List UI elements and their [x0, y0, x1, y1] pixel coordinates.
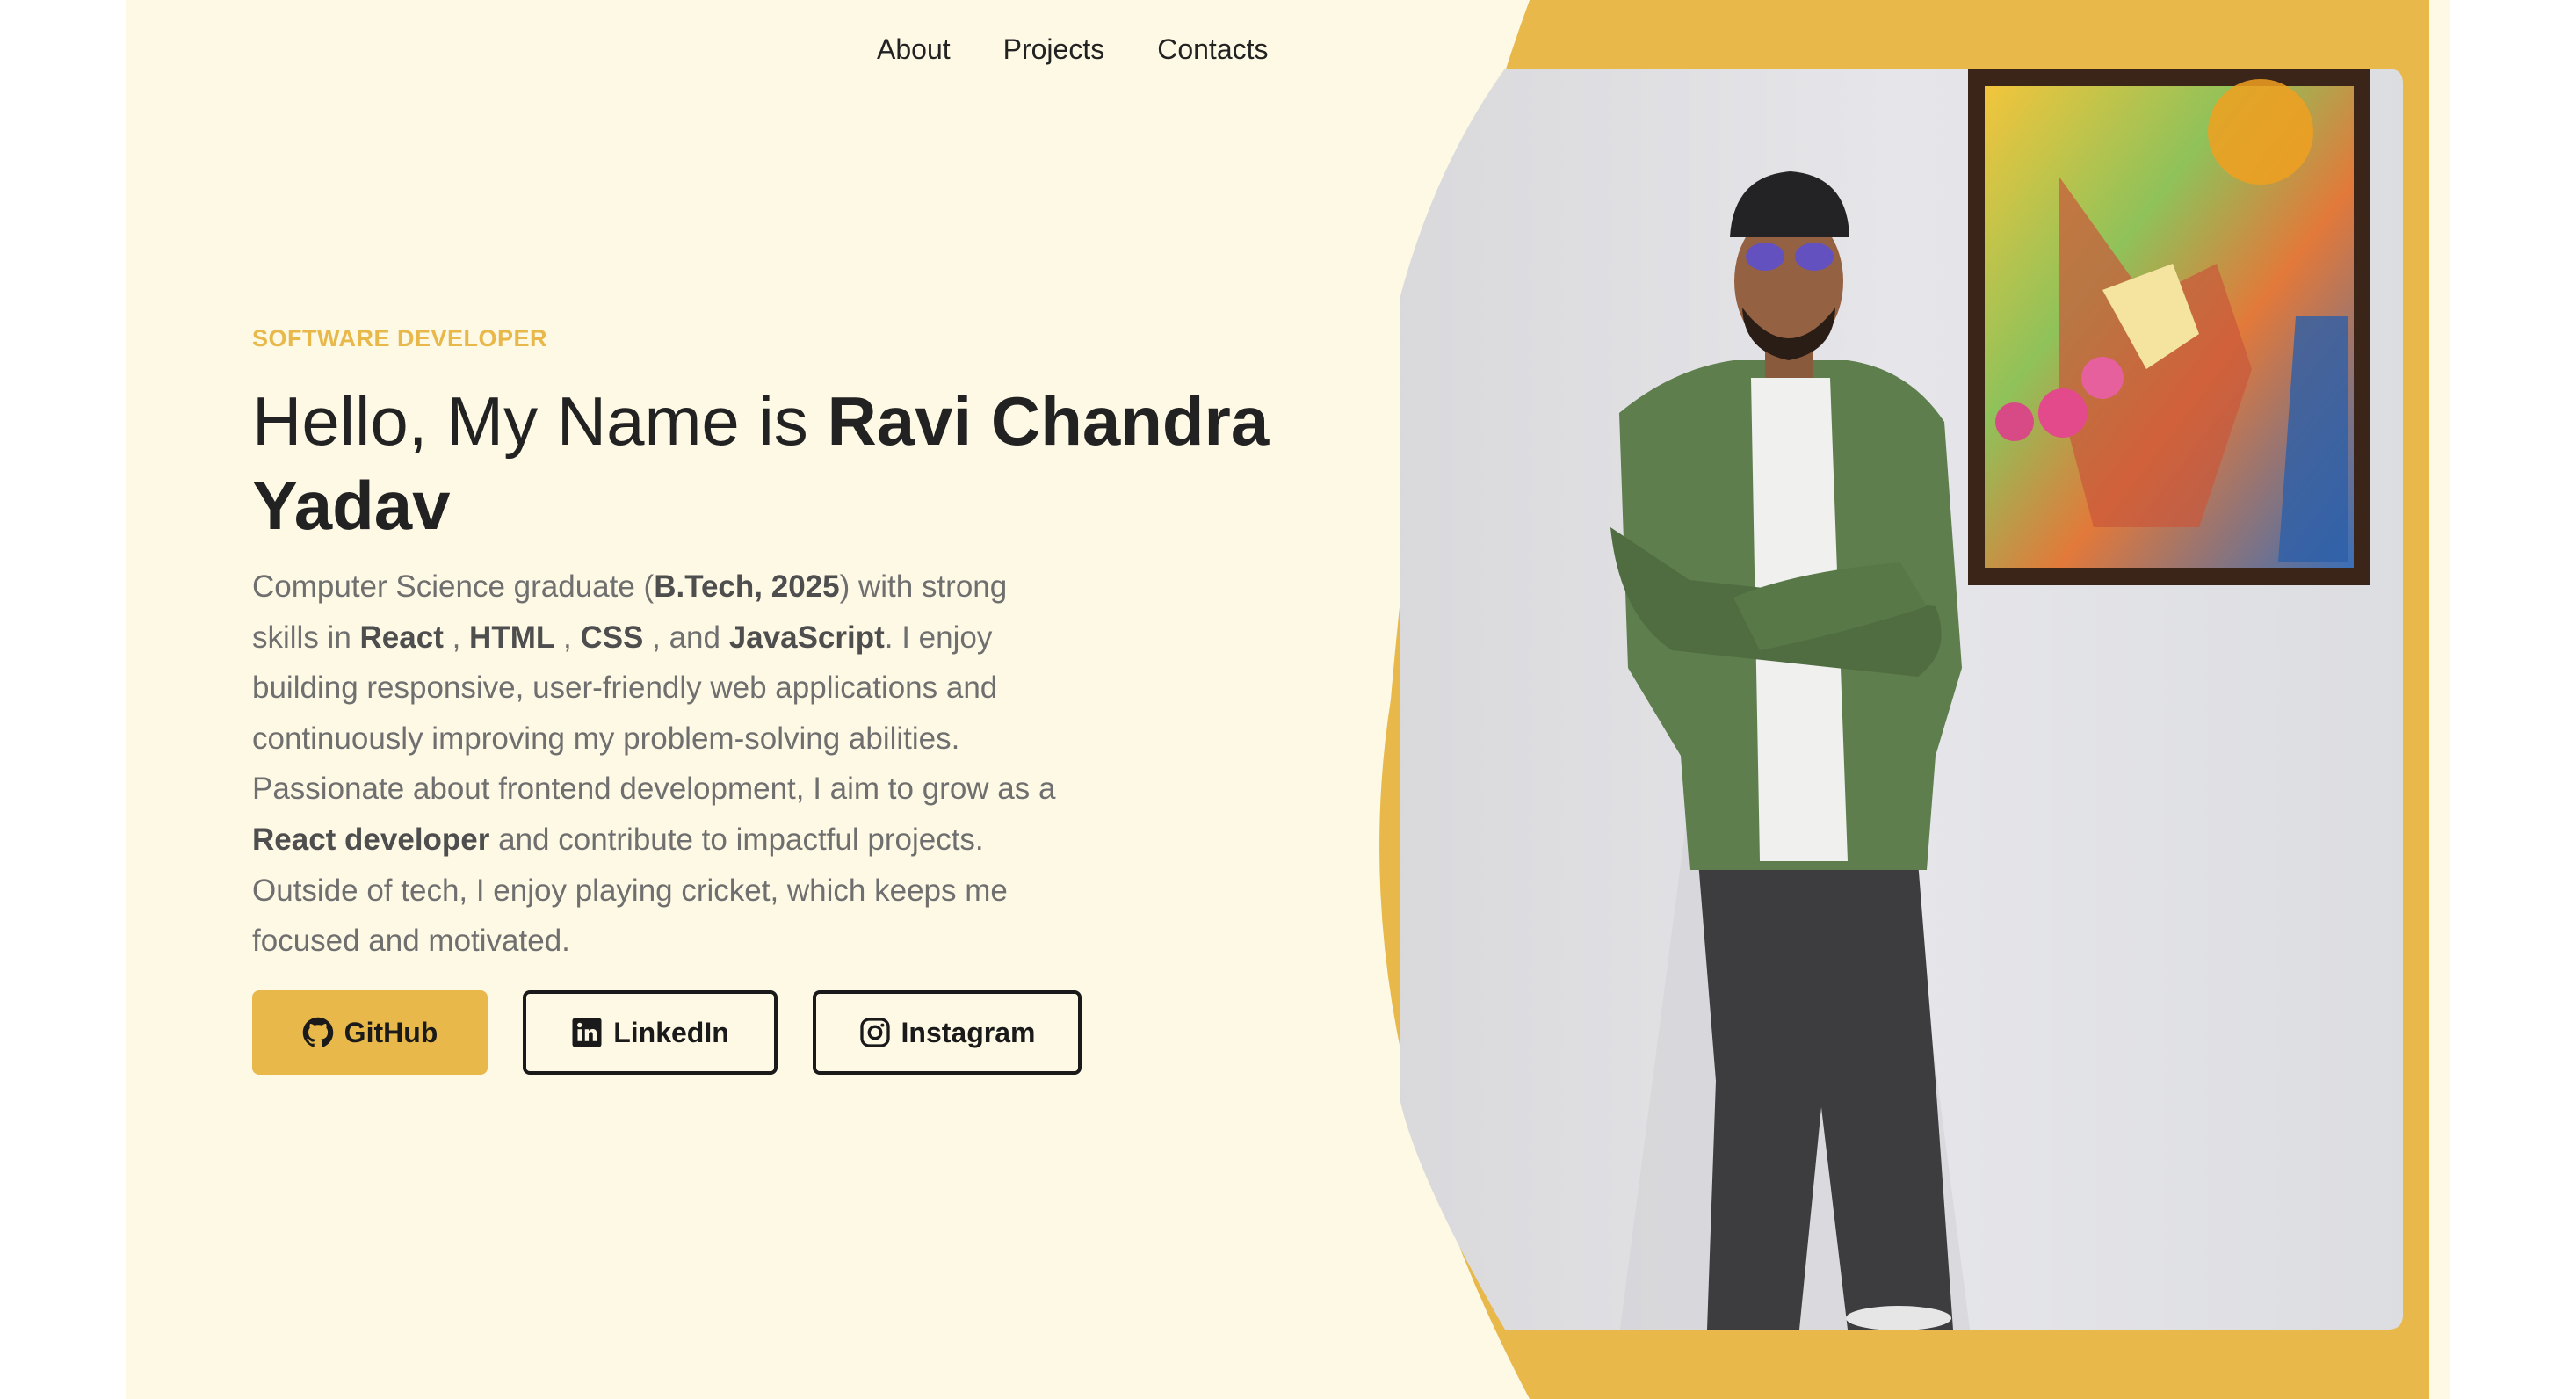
bio-skill: CSS: [580, 620, 644, 655]
nav-link-projects[interactable]: Projects: [1003, 33, 1105, 66]
hero-section: About Projects Contacts SOFTWARE DEVELOP…: [126, 0, 2429, 1399]
role-eyebrow: SOFTWARE DEVELOPER: [252, 325, 548, 352]
bio-text: ,: [554, 620, 581, 655]
bio-text: ,: [443, 620, 470, 655]
github-icon: [302, 1017, 334, 1048]
bio-role: React developer: [252, 822, 490, 857]
bio-skill: React: [359, 620, 444, 655]
instagram-button[interactable]: Instagram: [813, 990, 1082, 1075]
bio-degree: B.Tech, 2025: [654, 569, 840, 604]
github-label: GitHub: [344, 1016, 438, 1048]
linkedin-label: LinkedIn: [613, 1016, 729, 1048]
linkedin-icon: [571, 1017, 603, 1048]
greeting-text: Hello, My Name is: [252, 382, 828, 460]
github-button[interactable]: GitHub: [252, 990, 488, 1075]
page-title: Hello, My Name is Ravi Chandra Yadav: [252, 379, 1306, 547]
bio-skill: HTML: [469, 620, 555, 655]
nav-link-contacts[interactable]: Contacts: [1157, 33, 1268, 66]
nav-link-about[interactable]: About: [877, 33, 951, 66]
bio-paragraph: Computer Science graduate (B.Tech, 2025)…: [252, 562, 1060, 967]
instagram-icon: [859, 1017, 891, 1048]
bio-text: , and: [643, 620, 729, 655]
main-nav: About Projects Contacts: [877, 33, 1269, 66]
hero-content: SOFTWARE DEVELOPER Hello, My Name is Rav…: [252, 325, 1429, 967]
bio-skill: JavaScript: [728, 620, 885, 655]
social-buttons: GitHub LinkedIn Instagram: [252, 990, 1082, 1075]
instagram-label: Instagram: [901, 1016, 1036, 1048]
page-edge: [2429, 0, 2450, 1399]
linkedin-button[interactable]: LinkedIn: [523, 990, 778, 1075]
bio-text: Computer Science graduate (: [252, 569, 655, 604]
